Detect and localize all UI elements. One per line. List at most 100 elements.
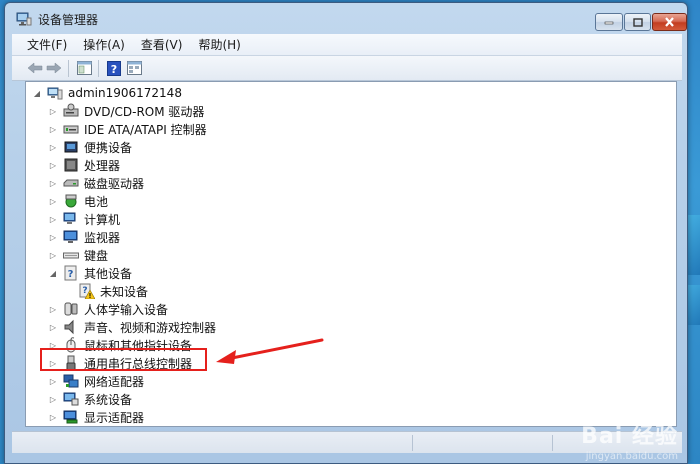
status-divider (552, 435, 553, 451)
display-adapter-icon (63, 410, 78, 424)
tree-item-label: 声音、视频和游戏控制器 (84, 320, 217, 335)
expand-arrow-icon[interactable]: ▷ (48, 107, 58, 116)
tree-item-computer[interactable]: ▷ 计算机 (48, 210, 120, 228)
other-devices-icon: ? (64, 265, 77, 281)
expand-arrow-icon[interactable]: ▷ (48, 161, 58, 170)
svg-text:?: ? (82, 286, 87, 296)
system-device-icon (63, 392, 79, 406)
tree-item-label: IDE ATA/ATAPI 控制器 (84, 122, 207, 137)
tree-item-sound[interactable]: ▷ 声音、视频和游戏控制器 (48, 318, 216, 336)
menu-bar: 文件(F) 操作(A) 查看(V) 帮助(H) (12, 34, 682, 56)
tree-item-label: DVD/CD-ROM 驱动器 (84, 104, 205, 119)
expand-arrow-icon[interactable]: ▷ (48, 179, 58, 188)
title-bar[interactable]: 设备管理器 (5, 3, 687, 31)
unknown-device-warning-icon: ? (79, 283, 95, 299)
network-adapter-icon (63, 374, 79, 388)
tree-item-disk[interactable]: ▷ 磁盘驱动器 (48, 174, 144, 192)
tree-item-label: 便携设备 (84, 140, 133, 155)
maximize-button[interactable] (624, 13, 651, 31)
root-label: admin1906172148 (68, 86, 182, 100)
tree-item-portable[interactable]: ▷ 便携设备 (48, 138, 132, 156)
collapse-arrow-icon[interactable]: ◢ (48, 269, 58, 278)
battery-icon (65, 194, 77, 208)
help-icon: ? (107, 60, 121, 76)
annotation-highlight-box (40, 348, 207, 371)
tree-item-ide[interactable]: ▷ IDE ATA/ATAPI 控制器 (48, 120, 207, 138)
sound-icon (64, 319, 74, 335)
expand-arrow-icon[interactable]: ▷ (48, 143, 58, 152)
window-title: 设备管理器 (38, 13, 99, 27)
annotation-arrow-icon (216, 338, 324, 364)
watermark-logo: Bai 经验 (581, 424, 678, 449)
expand-arrow-icon[interactable]: ▷ (48, 377, 58, 386)
tree-item-label: 磁盘驱动器 (84, 176, 145, 191)
svg-text:?: ? (111, 63, 117, 76)
dvd-drive-icon (63, 103, 79, 117)
expand-arrow-icon[interactable]: ▷ (48, 197, 58, 206)
device-tree: ◢ admin1906172148 ▷ DVD/CD-ROM 驱动器 ▷ IDE… (25, 81, 677, 427)
expand-arrow-icon[interactable]: ▷ (48, 233, 58, 242)
expand-arrow-icon[interactable]: ▷ (48, 251, 58, 260)
tree-item-label: 未知设备 (100, 284, 149, 299)
tree-item-label: 系统设备 (84, 392, 133, 407)
tree-item-label: 监视器 (84, 230, 121, 245)
tree-item-label: 人体学输入设备 (84, 302, 169, 317)
disk-drive-icon (63, 179, 79, 187)
expand-arrow-icon[interactable]: ▷ (48, 323, 58, 332)
menu-action[interactable]: 操作(A) (75, 36, 133, 53)
tree-item-label: 其他设备 (84, 266, 133, 281)
portable-device-icon (64, 141, 78, 153)
minimize-icon (604, 21, 614, 25)
ide-controller-icon (63, 125, 79, 134)
computer-root-icon (47, 87, 63, 100)
tree-item-other-devices[interactable]: ◢ ? 其他设备 (48, 264, 132, 282)
svg-text:?: ? (68, 269, 74, 280)
expand-arrow-icon[interactable]: ▷ (48, 395, 58, 404)
view-icon (126, 61, 142, 75)
close-icon (665, 17, 674, 27)
device-manager-icon (16, 12, 32, 26)
tree-item-network[interactable]: ▷ 网络适配器 (48, 372, 144, 390)
minimize-button[interactable] (595, 13, 623, 31)
tree-item-unknown-device[interactable]: ? 未知设备 (79, 282, 148, 300)
expand-arrow-icon[interactable]: ▷ (48, 413, 58, 422)
toolbar: ? (12, 56, 682, 81)
tree-item-display[interactable]: ▷ 显示适配器 (48, 408, 144, 426)
view-button[interactable] (125, 60, 143, 76)
menu-file[interactable]: 文件(F) (12, 36, 75, 53)
help-button[interactable]: ? (105, 60, 123, 76)
tree-item-monitor[interactable]: ▷ 监视器 (48, 228, 120, 246)
computer-icon (63, 212, 76, 224)
tree-item-label: 显示适配器 (84, 410, 145, 425)
status-divider (412, 435, 413, 451)
menu-view[interactable]: 查看(V) (133, 36, 191, 53)
collapse-arrow-icon[interactable]: ◢ (32, 89, 42, 98)
maximize-icon (632, 17, 643, 27)
tree-item-label: 键盘 (84, 248, 109, 263)
hid-icon (64, 302, 78, 316)
tree-item-label: 处理器 (84, 158, 121, 173)
expand-arrow-icon[interactable]: ▷ (48, 125, 58, 134)
tree-item-label: 计算机 (84, 212, 121, 227)
menu-help[interactable]: 帮助(H) (190, 36, 248, 53)
back-button[interactable] (26, 60, 44, 76)
properties-button[interactable] (75, 60, 93, 76)
tree-root[interactable]: ◢ admin1906172148 (32, 84, 182, 102)
tree-item-label: 网络适配器 (84, 374, 145, 389)
tree-item-dvd[interactable]: ▷ DVD/CD-ROM 驱动器 (48, 102, 204, 120)
watermark-url: jingyan.baidu.com (585, 451, 678, 462)
tree-item-keyboard[interactable]: ▷ 键盘 (48, 246, 108, 264)
back-icon (27, 62, 43, 74)
tree-item-battery[interactable]: ▷ 电池 (48, 192, 108, 210)
expand-arrow-icon[interactable]: ▷ (48, 305, 58, 314)
properties-icon (76, 61, 92, 75)
tree-item-processor[interactable]: ▷ 处理器 (48, 156, 120, 174)
tree-item-system[interactable]: ▷ 系统设备 (48, 390, 132, 408)
forward-button[interactable] (45, 60, 63, 76)
close-button[interactable] (652, 13, 687, 31)
expand-arrow-icon[interactable]: ▷ (48, 215, 58, 224)
device-manager-window: 设备管理器 文件(F) 操作(A) 查看(V) 帮助(H) ? ◢ admin1… (4, 2, 688, 464)
tree-item-label: 电池 (84, 194, 109, 209)
monitor-icon (63, 230, 78, 243)
tree-item-hid[interactable]: ▷ 人体学输入设备 (48, 300, 168, 318)
